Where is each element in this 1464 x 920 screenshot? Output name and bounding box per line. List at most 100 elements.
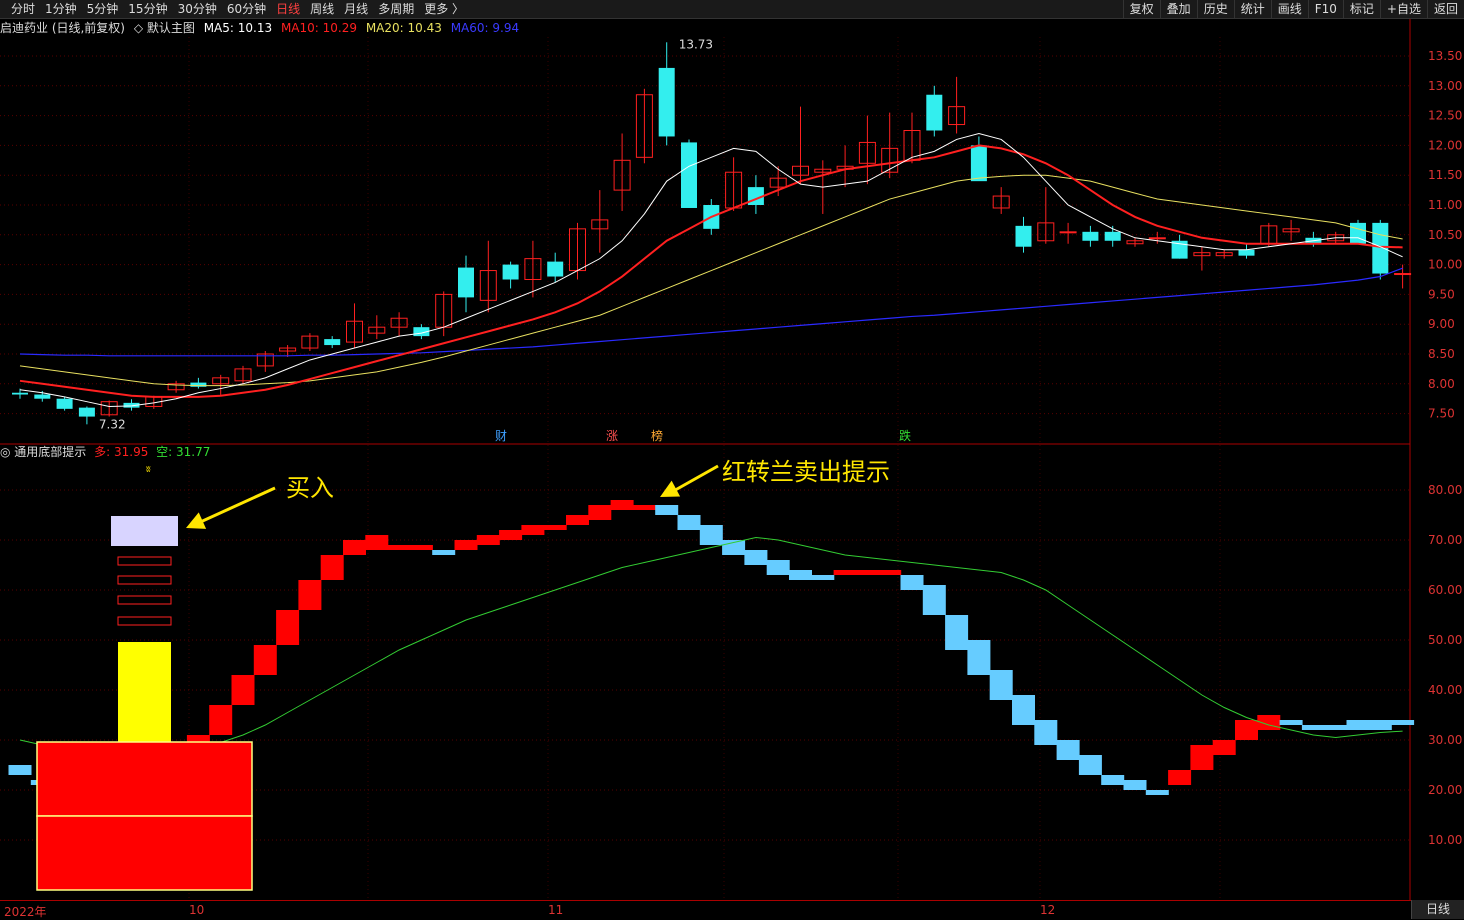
signal-outline-bar (117, 616, 172, 626)
indicator-step (1145, 790, 1169, 795)
indicator-step (1212, 740, 1236, 755)
price-tick-label: 10.50 (1428, 228, 1462, 242)
buy-signal-box (111, 516, 178, 546)
indicator-step (1190, 745, 1214, 770)
high-price-label: 13.73 (679, 37, 713, 51)
candle-body-down (1104, 231, 1121, 241)
event-marker: 跌 (899, 428, 911, 443)
price-tick-label: 12.50 (1428, 109, 1462, 123)
indicator-step (409, 545, 433, 550)
candle-body-down (681, 142, 697, 208)
price-tick-label: 8.00 (1428, 377, 1455, 391)
date-label-year: 2022年 (4, 905, 47, 919)
date-label-nov: 11 (548, 903, 564, 917)
candle-body-down (34, 394, 51, 399)
indicator-step (1012, 695, 1035, 725)
candle-body-up (1059, 231, 1077, 234)
candle-body-down (12, 392, 28, 395)
indicator-step (699, 525, 723, 545)
signal-outline-bar (117, 575, 172, 585)
indicator-step (432, 550, 456, 555)
indicator-step (298, 580, 322, 610)
indicator-step (320, 555, 344, 580)
price-tick-label: 9.50 (1428, 287, 1455, 301)
signal-yellow-bar (118, 642, 171, 742)
indicator-step (811, 575, 835, 580)
signal-red-block-bottom (36, 815, 253, 891)
candle-body-down (1238, 249, 1255, 256)
sell-annotation: 红转兰卖出提示 (722, 458, 890, 486)
indicator-step (967, 640, 991, 675)
indicator-step (766, 560, 790, 575)
indicator-step (945, 615, 969, 650)
indicator-mark: ʬ (146, 465, 151, 475)
event-marker: 财 (495, 429, 507, 443)
indicator-step (1368, 720, 1392, 730)
date-axis: 2022年 10 11 12 (0, 900, 1464, 920)
indicator-step (387, 545, 411, 550)
indicator-step (276, 610, 300, 645)
indicator-step (1101, 775, 1125, 785)
date-label-oct: 10 (189, 903, 205, 917)
sell-arrow-shaft (669, 464, 719, 495)
indicator-tick-label: 30.00 (1428, 733, 1462, 747)
price-tick-label: 13.00 (1428, 79, 1462, 93)
indicator-step (1168, 770, 1192, 785)
candle-body-down (547, 261, 564, 277)
signal-red-block-top (36, 741, 253, 817)
indicator-step (632, 505, 656, 510)
ma5-line (19, 132, 1403, 407)
price-tick-label: 11.00 (1428, 198, 1462, 212)
event-marker: 涨 (606, 428, 618, 443)
ma60-line (19, 267, 1403, 357)
candle-body-down (1082, 231, 1099, 241)
indicator-step (744, 550, 768, 565)
indicator-tick-label: 60.00 (1428, 583, 1462, 597)
candle-body-down (458, 267, 474, 298)
price-tick-label: 8.50 (1428, 347, 1455, 361)
indicator-step (1235, 720, 1258, 740)
indicator-step (1301, 725, 1325, 730)
indicator-step (989, 670, 1013, 700)
price-tick-label: 9.00 (1428, 317, 1455, 331)
indicator-step (209, 705, 233, 735)
indicator-step (8, 765, 32, 775)
candle-body-down (658, 67, 675, 137)
indicator-step (231, 675, 255, 705)
indicator-step (253, 645, 277, 675)
period-button[interactable]: 日线 (1411, 900, 1464, 919)
candle-body-down (190, 382, 207, 387)
indicator-step (499, 530, 523, 540)
candle-body-up (1148, 237, 1166, 240)
indicator-tick-label: 10.00 (1428, 833, 1462, 847)
buy-annotation: 买入 (286, 474, 334, 502)
indicator-step (833, 570, 857, 575)
ma10-line (19, 144, 1403, 398)
indicator-step (789, 570, 812, 580)
candle-body-down (78, 407, 95, 417)
indicator-tick-label: 20.00 (1428, 783, 1462, 797)
candle-body-down (324, 339, 341, 346)
price-tick-label: 10.00 (1428, 258, 1462, 272)
candle-body-down (1015, 225, 1032, 247)
indicator-step (1279, 720, 1303, 725)
indicator-tick-label: 70.00 (1428, 533, 1462, 547)
indicator-step (1034, 720, 1058, 745)
indicator-step (655, 505, 679, 515)
low-price-label: 7.32 (99, 417, 126, 431)
candle-body-down (56, 398, 73, 409)
candle-body-up (1394, 273, 1412, 276)
indicator-tick-label: 50.00 (1428, 633, 1462, 647)
candle-body-down (1350, 222, 1366, 244)
price-tick-label: 13.50 (1428, 49, 1462, 63)
price-tick-label: 12.00 (1428, 138, 1462, 152)
price-tick-label: 11.50 (1428, 168, 1462, 182)
indicator-step (365, 535, 389, 550)
indicator-step (610, 500, 634, 510)
indicator-step (476, 535, 500, 545)
indicator-step (922, 585, 946, 615)
indicator-step (454, 540, 478, 550)
indicator-step (677, 515, 701, 530)
indicator-step (1346, 720, 1370, 730)
price-tick-label: 7.50 (1428, 407, 1455, 421)
